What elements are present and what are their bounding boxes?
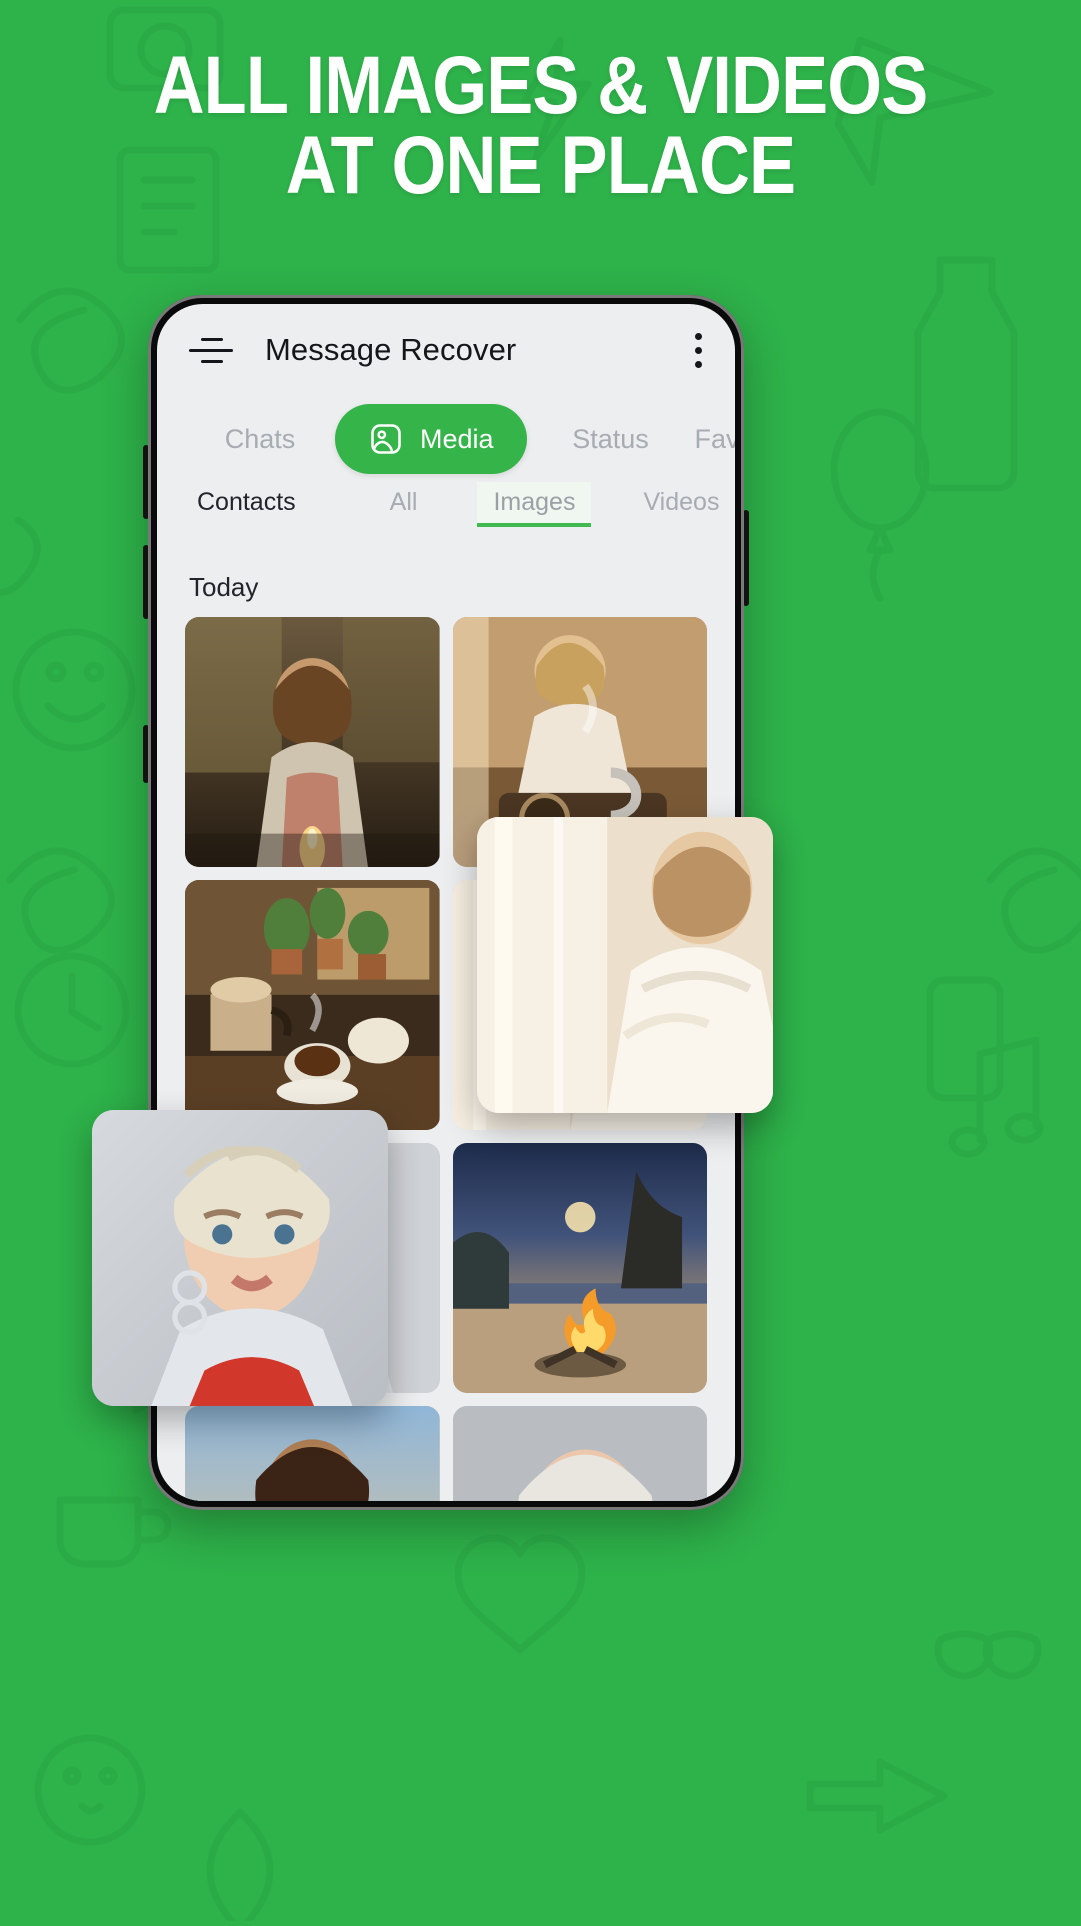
media-thumb-woman-meditating-with-candle[interactable] — [185, 617, 440, 867]
tab-media-label: Media — [420, 423, 494, 454]
app-bar: Message Recover — [157, 304, 735, 396]
subtab-contacts[interactable]: Contacts — [181, 482, 312, 527]
section-header-today: Today — [189, 572, 259, 602]
volume-down-button[interactable] — [143, 545, 149, 619]
power-button[interactable] — [743, 510, 749, 606]
subtab-all[interactable]: All — [374, 482, 434, 527]
floating-card-woman-resting-by-window[interactable] — [477, 817, 773, 1113]
headline-line-2: AT ONE PLACE — [285, 120, 796, 212]
image-person-icon — [368, 421, 404, 457]
promo-headline: ALL IMAGES & VIDEOS AT ONE PLACE — [76, 45, 1006, 212]
subtab-images[interactable]: Images — [477, 482, 592, 527]
hamburger-menu-icon[interactable] — [189, 330, 233, 370]
tab-status[interactable]: Status — [527, 424, 695, 455]
media-thumb-bonfire-on-beach-at-dusk[interactable] — [452, 1143, 707, 1393]
kebab-menu-icon[interactable] — [693, 332, 703, 368]
app-title: Message Recover — [265, 332, 517, 367]
tab-favourites[interactable]: Favo — [695, 424, 735, 455]
media-thumb-woman-curly-hair-sunset[interactable] — [185, 1406, 440, 1501]
secondary-tabs: Contacts All Images Videos — [157, 482, 735, 546]
media-thumb-woman-silver-hair-portrait[interactable] — [452, 1406, 707, 1501]
headline-line-1: ALL IMAGES & VIDEOS — [153, 40, 929, 131]
tab-chats[interactable]: Chats — [185, 424, 335, 455]
subtab-videos[interactable]: Videos — [627, 482, 735, 527]
primary-tabs: Chats Media Status Favo — [157, 396, 735, 482]
volume-up-button[interactable] — [143, 445, 149, 519]
extra-side-button[interactable] — [143, 725, 149, 783]
floating-card-woman-braided-hair[interactable] — [92, 1110, 388, 1406]
tab-media[interactable]: Media — [335, 404, 527, 474]
media-thumb-kettle-and-coffee-cups-window[interactable] — [185, 880, 440, 1130]
